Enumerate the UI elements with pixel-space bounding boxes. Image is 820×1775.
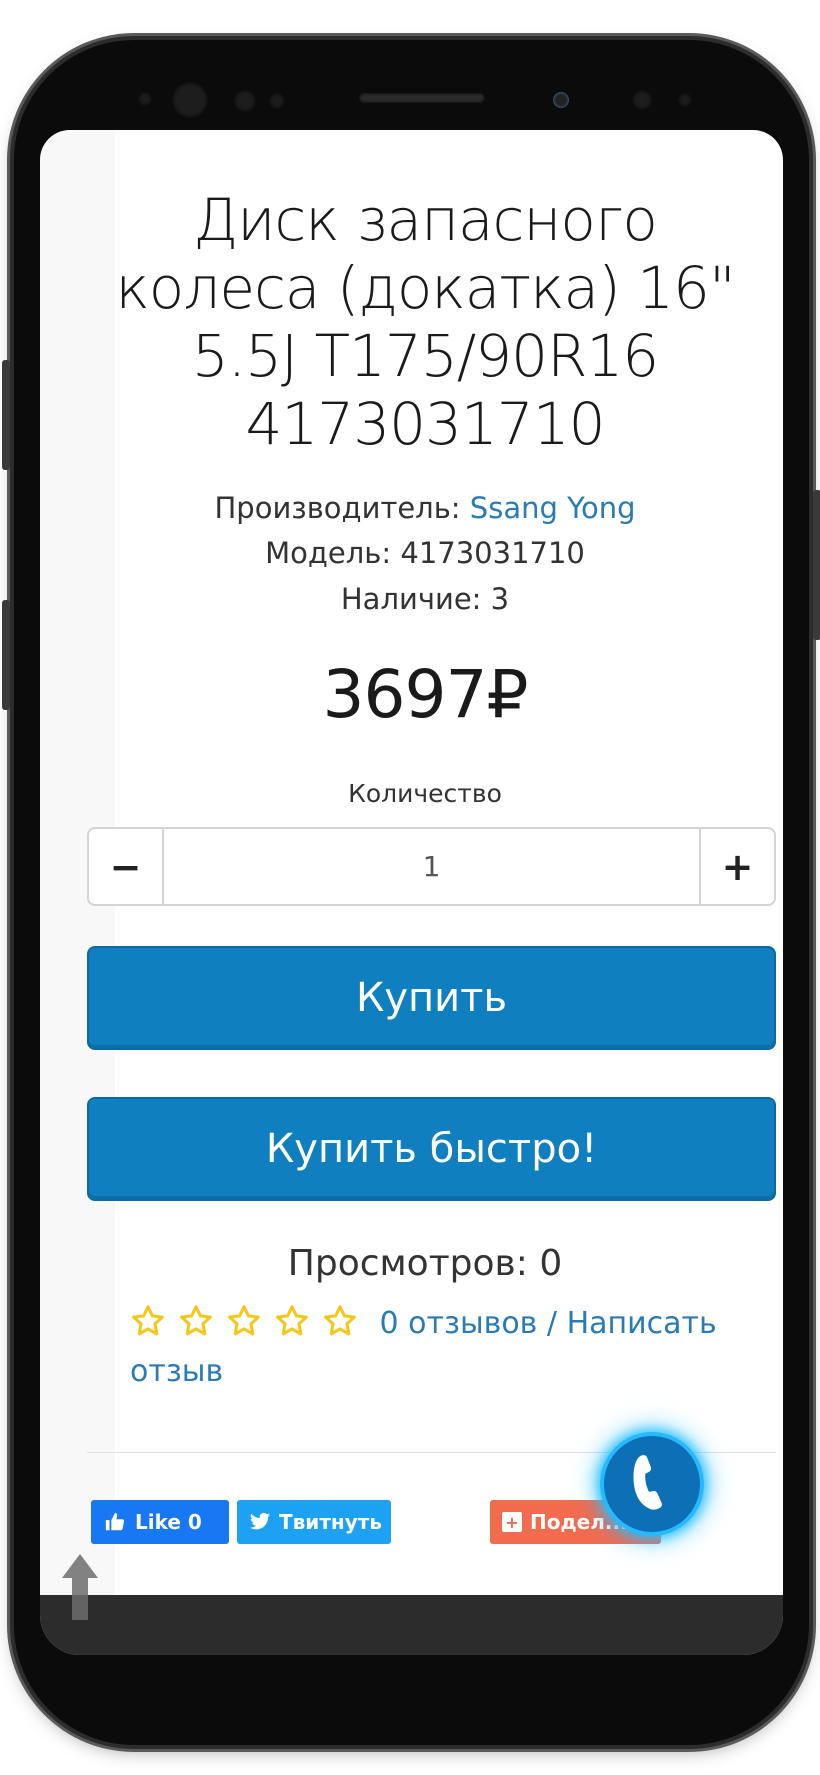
front-camera <box>553 92 569 108</box>
title-line: Диск запасного <box>193 186 658 254</box>
manufacturer-link[interactable]: Ssang Yong <box>470 491 636 525</box>
tweet-label: Твитнуть <box>279 1510 382 1534</box>
volume-button <box>2 360 10 470</box>
stock-label: Наличие: <box>340 582 482 616</box>
quantity-label: Количество <box>348 779 502 808</box>
model-value: 4173031710 <box>400 536 585 570</box>
rating-separator: / <box>546 1306 558 1341</box>
title-line: колеса (докатка) 16" <box>115 254 735 322</box>
manufacturer-label: Производитель: <box>214 491 461 525</box>
quantity-input[interactable] <box>164 829 699 904</box>
earpiece-speaker <box>359 93 485 103</box>
views-counter: Просмотров: 0 <box>287 1243 563 1284</box>
buy-button[interactable]: Купить <box>87 946 776 1050</box>
buy-fast-button[interactable]: Купить быстро! <box>87 1097 776 1201</box>
star-outline-icon[interactable] <box>178 1303 214 1339</box>
call-button[interactable] <box>600 1432 704 1536</box>
title-line: 5.5J T175/90R16 <box>191 322 659 390</box>
quantity-stepper: − + <box>87 827 776 906</box>
product-title: Диск запасного колеса (докатка) 16" 5.5J… <box>80 186 770 458</box>
arrow-up-icon[interactable] <box>60 1552 100 1622</box>
facebook-like-icon <box>103 1510 127 1534</box>
model-row: Модель: 4173031710 <box>80 536 770 570</box>
stock-value: 3 <box>490 582 510 616</box>
star-outline-icon[interactable] <box>274 1303 310 1339</box>
iris-sensor <box>172 82 208 118</box>
like-label: Like 0 <box>135 1510 202 1534</box>
tweet-button[interactable]: Твитнуть <box>237 1500 391 1544</box>
star-outline-icon[interactable] <box>322 1303 358 1339</box>
reviews-link[interactable]: 0 отзывов <box>380 1306 538 1341</box>
sensor-dot <box>234 90 256 112</box>
power-button <box>813 490 820 640</box>
sensor-dot <box>269 93 285 109</box>
sensor-dot <box>632 90 652 110</box>
star-outline-icon[interactable] <box>130 1303 166 1339</box>
quantity-decrease-button[interactable]: − <box>89 829 164 904</box>
facebook-like-button[interactable]: Like 0 <box>91 1500 229 1544</box>
phone-icon <box>633 1455 662 1510</box>
star-outline-icon[interactable] <box>226 1303 262 1339</box>
model-label: Модель: <box>265 536 392 570</box>
stock-row: Наличие: 3 <box>80 582 770 616</box>
sensor-dot <box>678 93 692 107</box>
product-price: 3697₽ <box>322 656 529 733</box>
sensor-dot <box>138 92 152 106</box>
manufacturer-row: Производитель: Ssang Yong <box>80 491 770 525</box>
phone-screen: Диск запасного колеса (докатка) 16" 5.5J… <box>40 130 783 1655</box>
quantity-increase-button[interactable]: + <box>699 829 774 904</box>
side-key <box>2 600 10 710</box>
twitter-icon <box>249 1510 271 1534</box>
phone-frame: Диск запасного колеса (докатка) 16" 5.5J… <box>2 40 820 1745</box>
title-line: 4173031710 <box>245 390 605 458</box>
bottom-bar <box>40 1595 783 1655</box>
rating-block: 0 отзывов / Написать отзыв <box>130 1300 750 1396</box>
share-icon: + <box>502 1512 522 1532</box>
